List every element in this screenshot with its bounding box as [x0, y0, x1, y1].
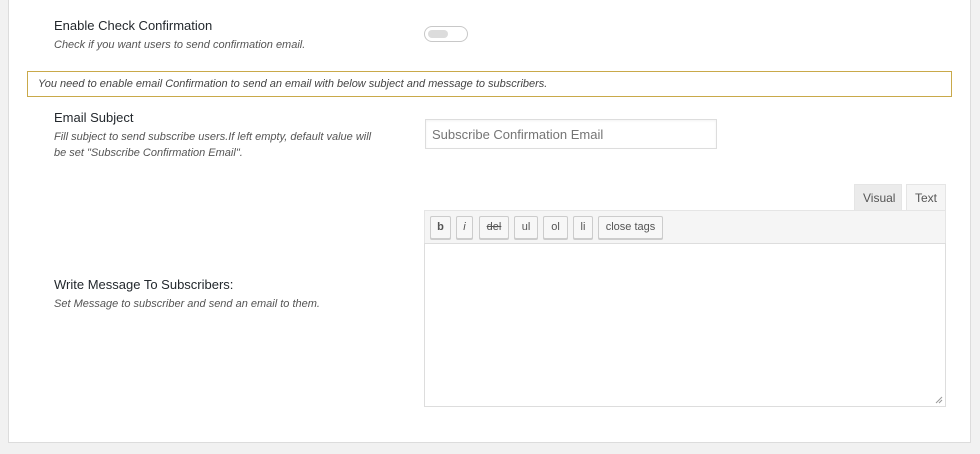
bold-button[interactable]: b	[430, 216, 451, 239]
unordered-list-button[interactable]: ul	[514, 216, 538, 239]
ordered-list-button[interactable]: ol	[543, 216, 568, 239]
list-item-button[interactable]: li	[573, 216, 593, 239]
email-subject-input[interactable]	[425, 119, 717, 149]
tab-visual[interactable]: Visual	[854, 184, 902, 211]
italic-button[interactable]: i	[456, 216, 473, 239]
confirmation-notice: You need to enable email Confirmation to…	[27, 71, 952, 97]
toggle-knob	[428, 30, 448, 38]
check-confirmation-toggle[interactable]	[424, 26, 468, 42]
check-confirmation-label: Enable Check Confirmation	[54, 18, 213, 33]
email-subject-description-line2: be set "Subscribe Confirmation Email".	[54, 147, 243, 159]
close-tags-button[interactable]: close tags	[598, 216, 663, 239]
message-label: Write Message To Subscribers:	[54, 277, 234, 292]
check-confirmation-description: Check if you want users to send confirma…	[54, 39, 306, 51]
message-editor[interactable]	[424, 243, 946, 407]
strikethrough-button[interactable]: del	[479, 216, 509, 239]
email-subject-description-line1: Fill subject to send subscribe users.If …	[54, 131, 372, 143]
quicktags-toolbar: b i del ul ol li close tags	[424, 210, 946, 244]
resize-grip-icon[interactable]	[935, 396, 943, 404]
message-description: Set Message to subscriber and send an em…	[54, 298, 320, 310]
tab-text[interactable]: Text	[906, 184, 946, 211]
email-subject-label: Email Subject	[54, 110, 134, 125]
